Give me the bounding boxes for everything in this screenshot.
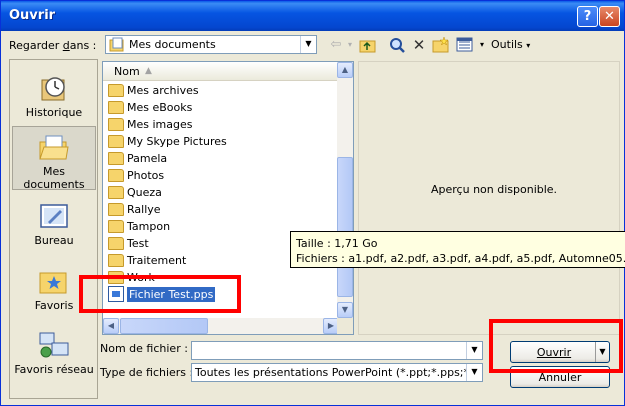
- title-bar[interactable]: Ouvrir ? ✕: [1, 1, 624, 31]
- places-bar: Historique Mes documents Bureau Favoris …: [9, 59, 98, 399]
- list-item[interactable]: Mes images: [108, 116, 192, 133]
- filename-label: Nom de fichier :: [100, 342, 188, 355]
- views-icon[interactable]: [456, 36, 474, 54]
- delete-icon[interactable]: ✕: [410, 36, 428, 54]
- folder-icon: [108, 118, 124, 131]
- place-desktop[interactable]: Bureau: [12, 196, 96, 260]
- list-item[interactable]: Traitement: [108, 252, 186, 269]
- list-item[interactable]: Photos: [108, 167, 164, 184]
- look-in-value: Mes documents: [129, 38, 216, 51]
- list-item[interactable]: Tampon: [108, 218, 170, 235]
- folder-icon: [108, 220, 124, 233]
- back-arrow-icon[interactable]: ⇦: [327, 36, 345, 54]
- close-button[interactable]: ✕: [599, 6, 620, 27]
- views-dropdown-icon[interactable]: ▾: [477, 36, 487, 54]
- place-label: Bureau: [34, 234, 74, 247]
- look-in-label: Regarder dans :: [9, 39, 97, 52]
- open-dialog: Ouvrir ? ✕ Regarder dans : Mes documents…: [0, 0, 625, 406]
- column-header-name[interactable]: Nom ▲: [103, 62, 339, 81]
- scrollbar-corner: [337, 318, 353, 334]
- folder-icon: [108, 135, 124, 148]
- vertical-scrollbar[interactable]: ▲ ▼: [337, 62, 353, 318]
- place-label: Mes documents: [23, 165, 85, 191]
- folder-icon: [108, 237, 124, 250]
- highlight-box-file: [79, 275, 241, 313]
- scroll-up-button[interactable]: ▲: [337, 62, 353, 78]
- horizontal-scrollbar[interactable]: ◀ ▶: [103, 318, 339, 334]
- search-web-icon[interactable]: [388, 36, 406, 54]
- favorites-icon: [39, 272, 67, 294]
- folder-info-tooltip: Taille : 1,71 Go Fichiers : a1.pdf, a2.p…: [290, 231, 625, 268]
- chevron-down-icon[interactable]: ▼: [466, 342, 482, 359]
- filetype-label: Type de fichiers :: [100, 366, 194, 379]
- list-item[interactable]: Mes eBooks: [108, 99, 192, 116]
- my-documents-icon: [109, 37, 124, 52]
- place-my-documents[interactable]: Mes documents: [12, 126, 96, 191]
- list-item[interactable]: Mes archives: [108, 82, 199, 99]
- tooltip-files: Fichiers : a1.pdf, a2.pdf, a3.pdf, a4.pd…: [296, 252, 625, 265]
- filetype-select[interactable]: Toutes les présentations PowerPoint (*.p…: [191, 363, 483, 382]
- help-button[interactable]: ?: [577, 6, 598, 27]
- sort-ascending-icon: ▲: [145, 66, 152, 76]
- chevron-down-icon[interactable]: ▼: [300, 36, 316, 53]
- network-places-icon: [39, 332, 69, 358]
- chevron-down-icon: ▾: [526, 41, 531, 50]
- scroll-thumb[interactable]: [337, 157, 353, 297]
- window-title: Ouvrir: [9, 8, 56, 23]
- scroll-left-button[interactable]: ◀: [103, 318, 119, 334]
- new-folder-icon[interactable]: [432, 36, 450, 54]
- place-label: Historique: [25, 106, 83, 119]
- folder-icon: [108, 203, 124, 216]
- preview-pane: Aperçu non disponible.: [358, 61, 620, 335]
- list-item[interactable]: Rallye: [108, 201, 161, 218]
- place-label: Favoris réseau: [14, 363, 94, 376]
- up-folder-icon[interactable]: [359, 36, 377, 54]
- back-dropdown-icon[interactable]: ▾: [345, 36, 355, 54]
- preview-text: Aperçu non disponible.: [431, 183, 558, 196]
- desktop-icon: [40, 204, 68, 228]
- tooltip-size: Taille : 1,71 Go: [296, 237, 378, 250]
- filename-input[interactable]: ▼: [191, 341, 483, 360]
- place-history[interactable]: Historique: [12, 68, 96, 132]
- scroll-down-button[interactable]: ▼: [337, 302, 353, 318]
- highlight-box-open: [489, 319, 623, 373]
- scroll-thumb[interactable]: [120, 318, 208, 334]
- chevron-down-icon[interactable]: ▼: [466, 364, 482, 381]
- list-item[interactable]: Pamela: [108, 150, 167, 167]
- folder-icon: [108, 152, 124, 165]
- tools-menu[interactable]: Outils ▾: [491, 38, 530, 51]
- folder-icon: [108, 84, 124, 97]
- folder-icon: [108, 254, 124, 267]
- list-item[interactable]: My Skype Pictures: [108, 133, 227, 150]
- history-icon: [41, 77, 65, 101]
- list-item[interactable]: Queza: [108, 184, 162, 201]
- place-network[interactable]: Favoris réseau: [12, 325, 96, 395]
- my-documents-icon: [39, 135, 69, 160]
- folder-icon: [108, 101, 124, 114]
- folder-icon: [108, 186, 124, 199]
- look-in-combo[interactable]: Mes documents ▼: [105, 35, 317, 54]
- list-item[interactable]: Test: [108, 235, 149, 252]
- folder-icon: [108, 169, 124, 182]
